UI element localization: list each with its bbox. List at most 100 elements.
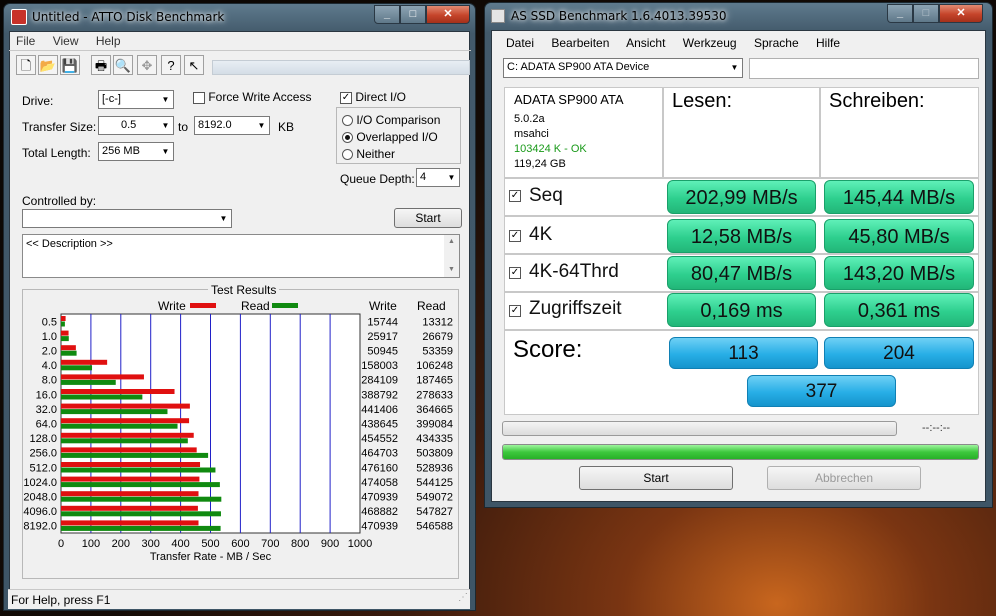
read-bar bbox=[61, 438, 188, 444]
read-value: 278633 bbox=[416, 389, 453, 401]
read-header: Lesen: bbox=[672, 90, 733, 112]
read-bar bbox=[61, 496, 222, 502]
menu-datei[interactable]: Datei bbox=[506, 36, 534, 50]
minimize-icon[interactable]: _ bbox=[374, 5, 400, 24]
menu-werkzeug[interactable]: Werkzeug bbox=[683, 36, 737, 50]
force-write-checkbox[interactable]: Force Write Access bbox=[193, 90, 311, 104]
neither-radio[interactable]: Neither bbox=[342, 147, 395, 161]
abort-button[interactable]: Abbrechen bbox=[767, 466, 921, 490]
read-bar bbox=[61, 511, 221, 517]
write-header: Schreiben: bbox=[829, 90, 925, 112]
read-value: 528936 bbox=[416, 462, 453, 474]
menu-file[interactable]: File bbox=[16, 34, 35, 48]
device-info-field bbox=[749, 58, 979, 79]
x-tick-label: 800 bbox=[291, 538, 309, 550]
menu-sprache[interactable]: Sprache bbox=[754, 36, 799, 50]
x-tick-label: 500 bbox=[201, 538, 219, 550]
category-label: 2.0 bbox=[42, 346, 57, 358]
atto-titlebar[interactable]: Untitled - ATTO Disk Benchmark _ □ ✕ bbox=[4, 4, 475, 30]
close-icon[interactable]: ✕ bbox=[426, 5, 470, 24]
x-tick-label: 700 bbox=[261, 538, 279, 550]
maximize-icon[interactable]: □ bbox=[913, 4, 939, 23]
context-help-icon[interactable]: ↖ bbox=[184, 55, 204, 75]
device-select[interactable]: C: ADATA SP900 ATA Device ▼ bbox=[503, 58, 743, 78]
atto-start-button[interactable]: Start bbox=[394, 208, 462, 228]
menu-help[interactable]: Help bbox=[96, 34, 121, 48]
total-progress-fill bbox=[503, 445, 978, 459]
write-bar bbox=[61, 520, 199, 526]
total-progress-bar bbox=[502, 444, 979, 460]
maximize-icon[interactable]: □ bbox=[400, 5, 426, 24]
write-value: 454552 bbox=[361, 433, 398, 445]
asssd-menubar: Datei Bearbeiten Ansicht Werkzeug Sprach… bbox=[506, 36, 854, 50]
row-label-access-time: Zugriffszeit bbox=[529, 298, 622, 319]
access-time-checkbox[interactable]: ✓ bbox=[509, 303, 521, 317]
category-label: 64.0 bbox=[36, 419, 57, 431]
move-icon[interactable]: ✥ bbox=[137, 55, 157, 75]
close-icon[interactable]: ✕ bbox=[939, 4, 983, 23]
read-value: 53359 bbox=[422, 346, 453, 358]
direct-io-checkbox[interactable]: ✓ Direct I/O bbox=[340, 90, 406, 104]
write-bar bbox=[61, 491, 199, 497]
transfer-size-to[interactable]: 8192.0 ▼ bbox=[194, 116, 270, 135]
open-icon[interactable]: 📂 bbox=[38, 55, 58, 75]
controlled-by-label: Controlled by: bbox=[22, 194, 97, 208]
row-label-seq: Seq bbox=[529, 185, 563, 206]
menu-view[interactable]: View bbox=[53, 34, 79, 48]
x-tick-label: 600 bbox=[231, 538, 249, 550]
category-label: 8.0 bbox=[42, 375, 57, 387]
4k-write-value: 45,80 MB/s bbox=[824, 219, 974, 253]
size-grip-icon[interactable]: ⋰ bbox=[458, 592, 468, 603]
write-bar bbox=[61, 316, 66, 321]
print-preview-icon[interactable]: 🔍 bbox=[113, 55, 133, 75]
read-bar bbox=[61, 525, 221, 531]
category-label: 16.0 bbox=[36, 389, 57, 401]
read-value: 13312 bbox=[422, 316, 453, 328]
save-icon[interactable]: 💾 bbox=[60, 55, 80, 75]
new-icon[interactable]: 🗋 bbox=[16, 55, 36, 75]
4k64-checkbox[interactable]: ✓ bbox=[509, 265, 521, 279]
transfer-size-from[interactable]: 0.5 ▼ bbox=[98, 116, 174, 135]
menu-hilfe[interactable]: Hilfe bbox=[816, 36, 840, 50]
description-scrollbar[interactable]: ▲ ▼ bbox=[444, 235, 459, 277]
read-value: 544125 bbox=[416, 477, 453, 489]
print-icon[interactable]: 🖶 bbox=[91, 55, 111, 75]
read-legend-label: Read bbox=[241, 299, 270, 313]
device-name: ADATA SP900 ATA bbox=[514, 92, 624, 107]
x-tick-label: 100 bbox=[82, 538, 100, 550]
row-label-4k64: 4K-64Thrd bbox=[529, 261, 619, 282]
help-icon[interactable]: ? bbox=[161, 55, 181, 75]
4k64-read-value: 80,47 MB/s bbox=[667, 256, 816, 290]
read-value: 26679 bbox=[422, 331, 453, 343]
asssd-titlebar[interactable]: AS SSD Benchmark 1.6.4013.39530 _ □ ✕ bbox=[485, 3, 992, 29]
menu-bearbeiten[interactable]: Bearbeiten bbox=[551, 36, 609, 50]
read-legend-swatch bbox=[272, 303, 298, 308]
description-box[interactable]: << Description >> ▲ ▼ bbox=[22, 234, 460, 278]
access-write-value: 0,361 ms bbox=[824, 293, 974, 327]
category-label: 128.0 bbox=[29, 433, 57, 445]
io-comparison-radio[interactable]: I/O Comparison bbox=[342, 113, 440, 127]
controlled-by-select[interactable]: ▼ bbox=[22, 209, 232, 228]
atto-app-icon bbox=[11, 9, 27, 25]
minimize-icon[interactable]: _ bbox=[887, 4, 913, 23]
write-value: 468882 bbox=[361, 506, 398, 518]
queue-depth-select[interactable]: 4 ▼ bbox=[416, 168, 460, 187]
write-value: 25917 bbox=[367, 331, 398, 343]
total-length-select[interactable]: 256 MB ▼ bbox=[98, 142, 174, 161]
seq-checkbox[interactable]: ✓ bbox=[509, 188, 521, 202]
read-value: 546588 bbox=[416, 521, 453, 533]
read-value: 549072 bbox=[416, 492, 453, 504]
score-write: 204 bbox=[824, 337, 974, 369]
menu-ansicht[interactable]: Ansicht bbox=[626, 36, 665, 50]
4k-checkbox[interactable]: ✓ bbox=[509, 228, 521, 242]
write-value: 474058 bbox=[361, 477, 398, 489]
read-value: 399084 bbox=[416, 419, 453, 431]
category-label: 1024.0 bbox=[23, 477, 57, 489]
transfer-size-label: Transfer Size: bbox=[22, 120, 97, 134]
asssd-start-button[interactable]: Start bbox=[579, 466, 733, 490]
write-value: 15744 bbox=[367, 316, 398, 328]
overlapped-io-radio[interactable]: Overlapped I/O bbox=[342, 130, 438, 144]
write-bar bbox=[61, 359, 108, 365]
drive-select[interactable]: [-c-] ▼ bbox=[98, 90, 174, 109]
atto-title: Untitled - ATTO Disk Benchmark bbox=[32, 10, 225, 24]
